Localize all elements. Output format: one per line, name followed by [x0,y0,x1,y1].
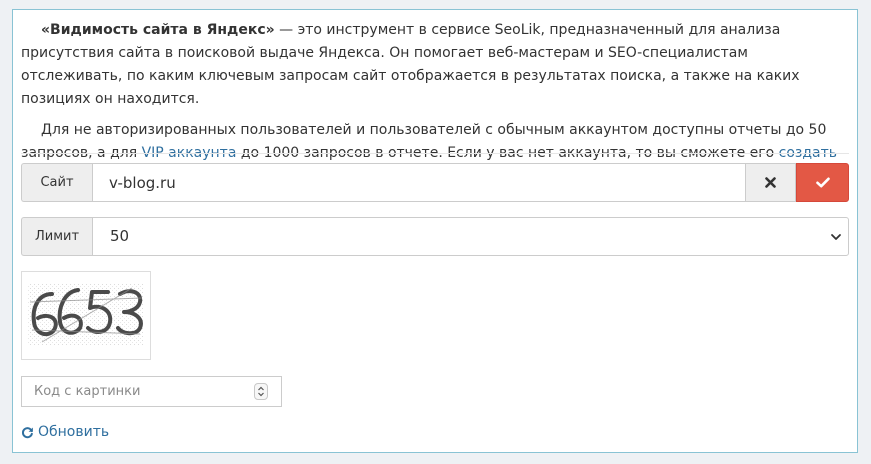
chevron-down-icon [831,234,841,240]
description-paragraph-1: «Видимость сайта в Яндекс» — это инструм… [21,19,849,111]
refresh-captcha-link[interactable]: Обновить [21,424,109,440]
captcha-code-input[interactable]: Код с картинки [21,376,282,407]
limit-selected-value: 50 [110,227,130,245]
site-label: Сайт [21,163,92,202]
check-icon [815,177,830,188]
refresh-label: Обновить [38,424,110,440]
limit-label: Лимит [21,217,92,256]
tool-name: «Видимость сайта в Яндекс» [41,22,275,38]
tool-panel: «Видимость сайта в Яндекс» — это инструм… [12,9,858,453]
captcha-picture [28,284,144,346]
site-input-group: Сайт [21,163,849,202]
refresh-icon [21,426,33,438]
submit-button[interactable] [796,163,849,202]
limit-select[interactable]: 50 [92,217,849,256]
limit-input-group: Лимит 50 [21,217,849,256]
captcha-code-placeholder: Код с картинки [34,384,141,399]
captcha-image [21,271,151,360]
section-divider [21,153,849,154]
spinner-arrows-icon [258,386,264,397]
site-input[interactable] [92,163,746,202]
clear-button[interactable] [746,163,796,202]
times-icon [765,177,776,188]
number-spinner[interactable] [254,383,268,400]
